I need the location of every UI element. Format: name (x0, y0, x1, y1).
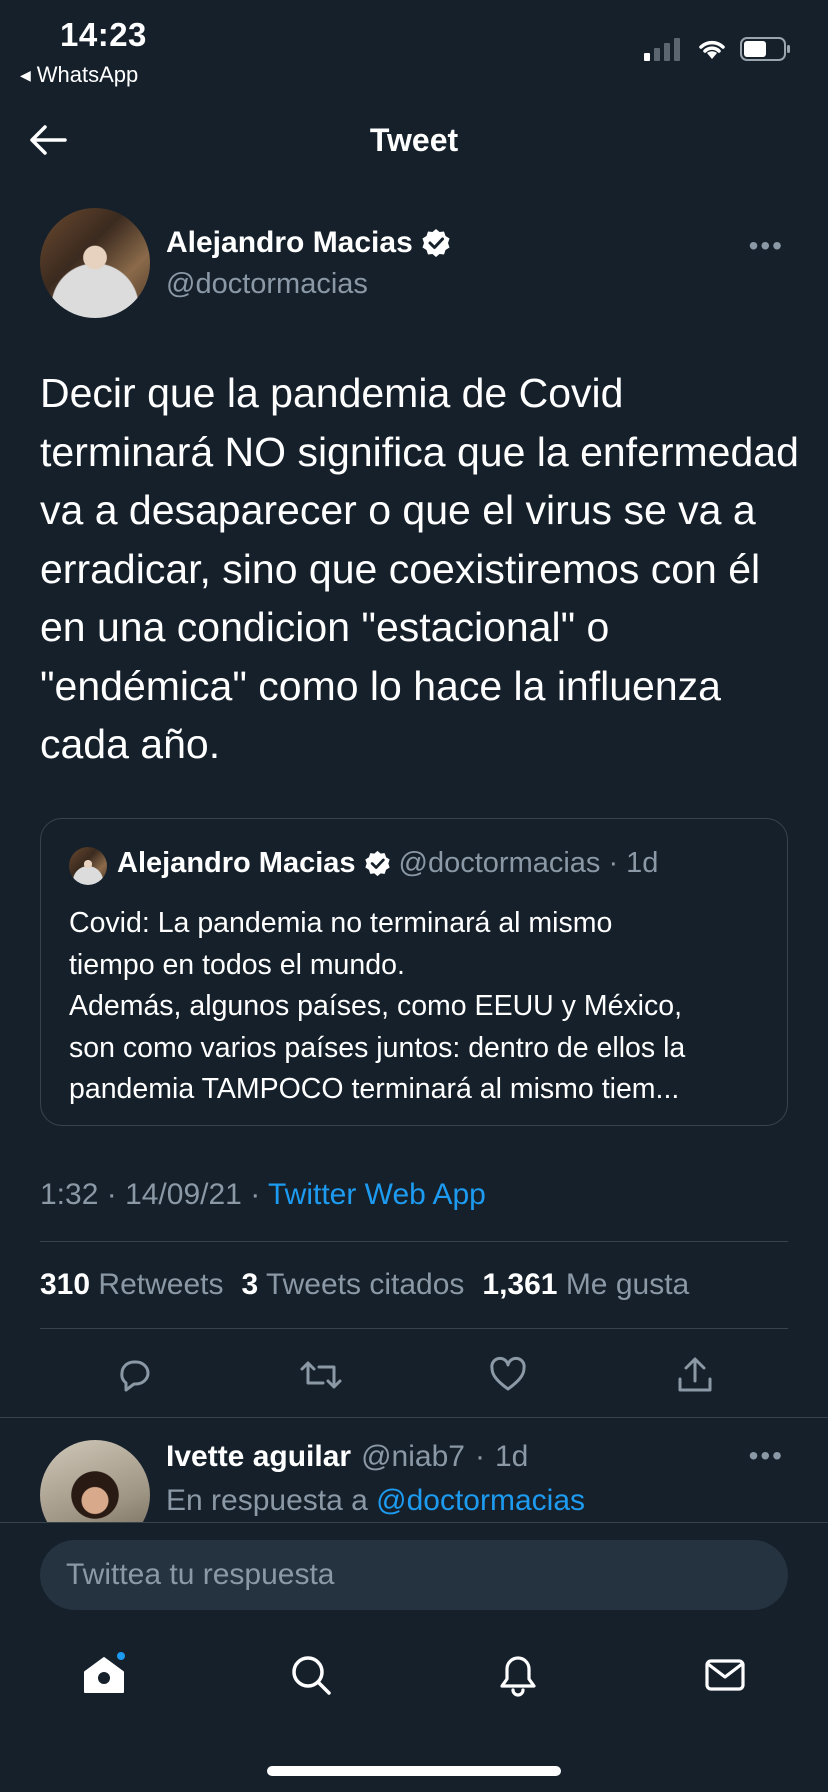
status-icons (644, 36, 792, 62)
separator-dot: · (106, 1178, 126, 1211)
messages-icon (704, 1659, 745, 1691)
signal-icon (644, 38, 680, 61)
back-app-label: WhatsApp (36, 62, 139, 87)
author-name: Alejandro Macias (166, 226, 413, 259)
author-avatar[interactable] (40, 208, 150, 318)
share-icon (678, 1357, 711, 1392)
tweet-stats: 310 Retweets 3 Tweets citados 1,361 Me g… (40, 1268, 689, 1302)
quoted-tweet-text: Covid: La pandemia no terminará al mismo… (69, 903, 769, 1111)
tab-search[interactable] (276, 1640, 346, 1710)
separator-dot: · (250, 1178, 268, 1211)
retweet-icon (300, 1361, 341, 1389)
reply-age: 1d (494, 1440, 529, 1473)
separator-dot: · (608, 847, 619, 879)
like-button[interactable] (478, 1345, 538, 1405)
retweets-count: 310 (40, 1268, 91, 1301)
search-icon (291, 1656, 331, 1695)
reply-icon (119, 1360, 149, 1392)
quoted-tweet-header: Alejandro Macias @doctormacias · 1d (117, 847, 658, 880)
quotes-stat[interactable]: 3 Tweets citados (241, 1268, 464, 1302)
notifications-icon (499, 1656, 536, 1697)
page-title: Tweet (369, 122, 459, 158)
reply-author-name[interactable]: Ivette aguilar (166, 1440, 351, 1474)
quoted-author-handle: @doctormacias (398, 847, 601, 879)
tweet-date: 14/09/21 (125, 1178, 242, 1211)
divider (40, 1241, 788, 1242)
battery-icon (740, 37, 790, 61)
quoted-tweet-age: 1d (626, 847, 659, 879)
quoted-author-avatar (69, 847, 107, 885)
author-name-row[interactable]: Alejandro Macias (166, 226, 451, 260)
quoted-text-line: Covid: La pandemia no terminará al mismo (69, 907, 613, 939)
retweet-button[interactable] (291, 1345, 351, 1405)
quoted-tweet-card[interactable]: Alejandro Macias @doctormacias · 1d Covi… (40, 818, 788, 1126)
retweets-stat[interactable]: 310 Retweets (40, 1268, 223, 1302)
verified-badge-icon (364, 850, 390, 877)
tab-bar (0, 1640, 828, 1710)
divider (40, 1328, 788, 1329)
reply-compose-input[interactable]: Twittea tu respuesta (40, 1540, 788, 1610)
verified-badge-icon (422, 229, 450, 257)
tweet-timestamp: 1:32 · 14/09/21 · Twitter Web App (40, 1178, 486, 1212)
likes-label: Me gusta (565, 1268, 690, 1301)
retweets-label: Retweets (98, 1268, 224, 1301)
tweet-time: 1:32 (40, 1178, 99, 1211)
replying-to-mention[interactable]: @doctormacias (376, 1484, 585, 1517)
reply-author-handle[interactable]: @niab7 (361, 1440, 465, 1474)
quoted-author-name: Alejandro Macias (117, 847, 356, 879)
tab-notifications[interactable] (483, 1640, 553, 1710)
back-to-app-link[interactable]: ◀ WhatsApp (20, 62, 138, 88)
status-time: 14:23 (60, 16, 147, 53)
home-indicator (267, 1766, 561, 1776)
tab-messages[interactable] (690, 1640, 760, 1710)
quoted-text-line: son como varios países juntos: dentro de… (69, 1031, 686, 1064)
likes-stat[interactable]: 1,361 Me gusta (482, 1268, 689, 1302)
like-icon (489, 1356, 526, 1391)
back-triangle-icon: ◀ (20, 66, 31, 83)
reply-button[interactable] (104, 1345, 164, 1405)
quoted-text-line: tiempo en todos el mundo. (69, 948, 405, 981)
wifi-icon (699, 40, 725, 59)
quoted-text-line: pandemia TAMPOCO terminará al mismo tiem… (69, 1073, 680, 1105)
separator-dot: · (474, 1440, 485, 1473)
tweet-text: Decir que la pandemia de Covid terminará… (40, 370, 799, 767)
author-handle[interactable]: @doctormacias (166, 268, 368, 301)
tab-home[interactable] (69, 1640, 139, 1710)
replying-to: En respuesta a @doctormacias (166, 1484, 585, 1518)
more-options-icon[interactable]: ••• (749, 230, 784, 262)
share-button[interactable] (665, 1345, 725, 1405)
likes-count: 1,361 (482, 1268, 558, 1301)
replying-to-label: En respuesta a (166, 1484, 368, 1517)
quotes-count: 3 (241, 1268, 259, 1301)
new-content-dot (114, 1650, 127, 1662)
divider (0, 1417, 828, 1418)
quotes-label: Tweets citados (265, 1268, 465, 1301)
quoted-text-line: Además, algunos países, como EEUU y Méxi… (69, 990, 683, 1022)
source-app-link[interactable]: Twitter Web App (268, 1178, 486, 1211)
reply-more-options-icon[interactable]: ••• (749, 1440, 784, 1472)
tweet-actions (40, 1345, 788, 1405)
reply-header: Ivette aguilar @niab7 · 1d (166, 1440, 528, 1474)
